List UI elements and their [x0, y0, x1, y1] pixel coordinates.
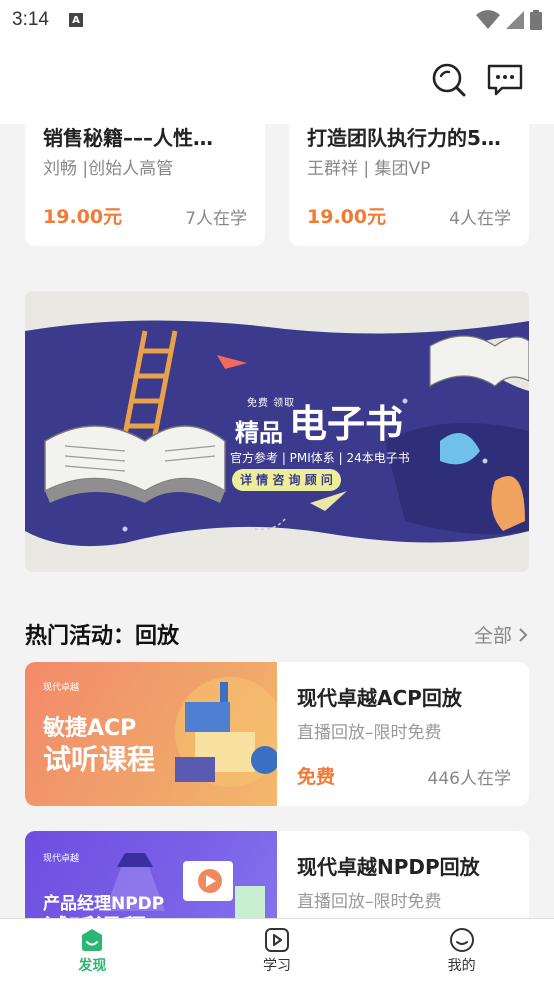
thumbnail-brand: 现代卓越: [43, 854, 80, 864]
banner-cta: 详 情 咨 询 顾 问: [232, 469, 341, 491]
status-time: 3:14: [12, 9, 49, 30]
course-title: 打造团队执行力的5…: [307, 126, 501, 150]
banner-title-small: 精品: [235, 419, 283, 447]
banner-title-big: 电子书: [289, 402, 404, 446]
activity-learners: 446人在学: [427, 769, 511, 789]
nav-discover[interactable]: 发现: [0, 919, 185, 985]
activity-price: 免费: [297, 766, 336, 788]
activity-subtitle: 直播回放–限时免费: [297, 892, 442, 912]
course-learners: 7人在学: [185, 209, 247, 229]
see-all-label: 全部: [473, 625, 512, 647]
course-title: 销售秘籍–––人性…: [43, 126, 213, 150]
play-icon: [265, 928, 289, 952]
ebook-banner[interactable]: 免费 领取 精品 电子书 官方参考 | PMI体系 | 24本电子书 详 情 咨…: [25, 291, 529, 572]
nav-label: 发现: [78, 958, 107, 974]
activity-subtitle: 直播回放–限时免费: [297, 723, 442, 743]
course-learners: 4人在学: [449, 209, 511, 229]
activity-title: 现代卓越NPDP回放: [297, 855, 480, 879]
nav-mine[interactable]: 我的: [369, 919, 554, 985]
course-price: 19.00元: [307, 206, 387, 228]
course-price: 19.00元: [43, 206, 123, 228]
course-author: 王群祥 | 集团VP: [307, 159, 431, 179]
signal-icon: [506, 11, 524, 29]
activity-title: 现代卓越ACP回放: [297, 686, 462, 710]
section-title: 热门活动：回放: [25, 624, 180, 649]
wifi-icon: [476, 10, 500, 29]
bottom-nav: 发现 学习 我的: [0, 918, 554, 985]
banner-subtitle: 官方参考 | PMI体系 | 24本电子书: [230, 451, 410, 465]
chevron-right-icon: [519, 627, 528, 642]
course-card[interactable]: 销售秘籍–––人性… 刘畅 |创始人高管 19.00元 7人在学: [25, 110, 265, 246]
thumbnail-line2: 试听课程: [43, 743, 156, 776]
course-author: 刘畅 |创始人高管: [43, 159, 174, 179]
nav-label: 学习: [263, 958, 291, 974]
notification-icon: A: [68, 13, 83, 27]
banner-title: 精品 电子书: [235, 393, 403, 448]
app-header: [0, 40, 554, 124]
search-icon[interactable]: [431, 62, 467, 98]
smile-icon: [449, 928, 474, 952]
thumbnail-brand: 现代卓越: [43, 683, 80, 693]
see-all-link[interactable]: 全部: [474, 621, 528, 648]
message-icon[interactable]: [486, 63, 524, 97]
activity-card[interactable]: 现代卓越 敏捷ACP 试听课程 现代卓越ACP回放 直播回放–限时免费 免费 4…: [25, 662, 529, 806]
discover-icon: [82, 929, 103, 951]
nav-label: 我的: [447, 958, 476, 974]
activity-thumbnail: 现代卓越 敏捷ACP 试听课程: [25, 662, 277, 806]
course-card[interactable]: 打造团队执行力的5… 王群祥 | 集团VP 19.00元 4人在学: [289, 110, 529, 246]
battery-icon: [530, 10, 542, 30]
nav-learn[interactable]: 学习: [185, 919, 370, 985]
status-bar: 3:14 A: [0, 0, 554, 40]
